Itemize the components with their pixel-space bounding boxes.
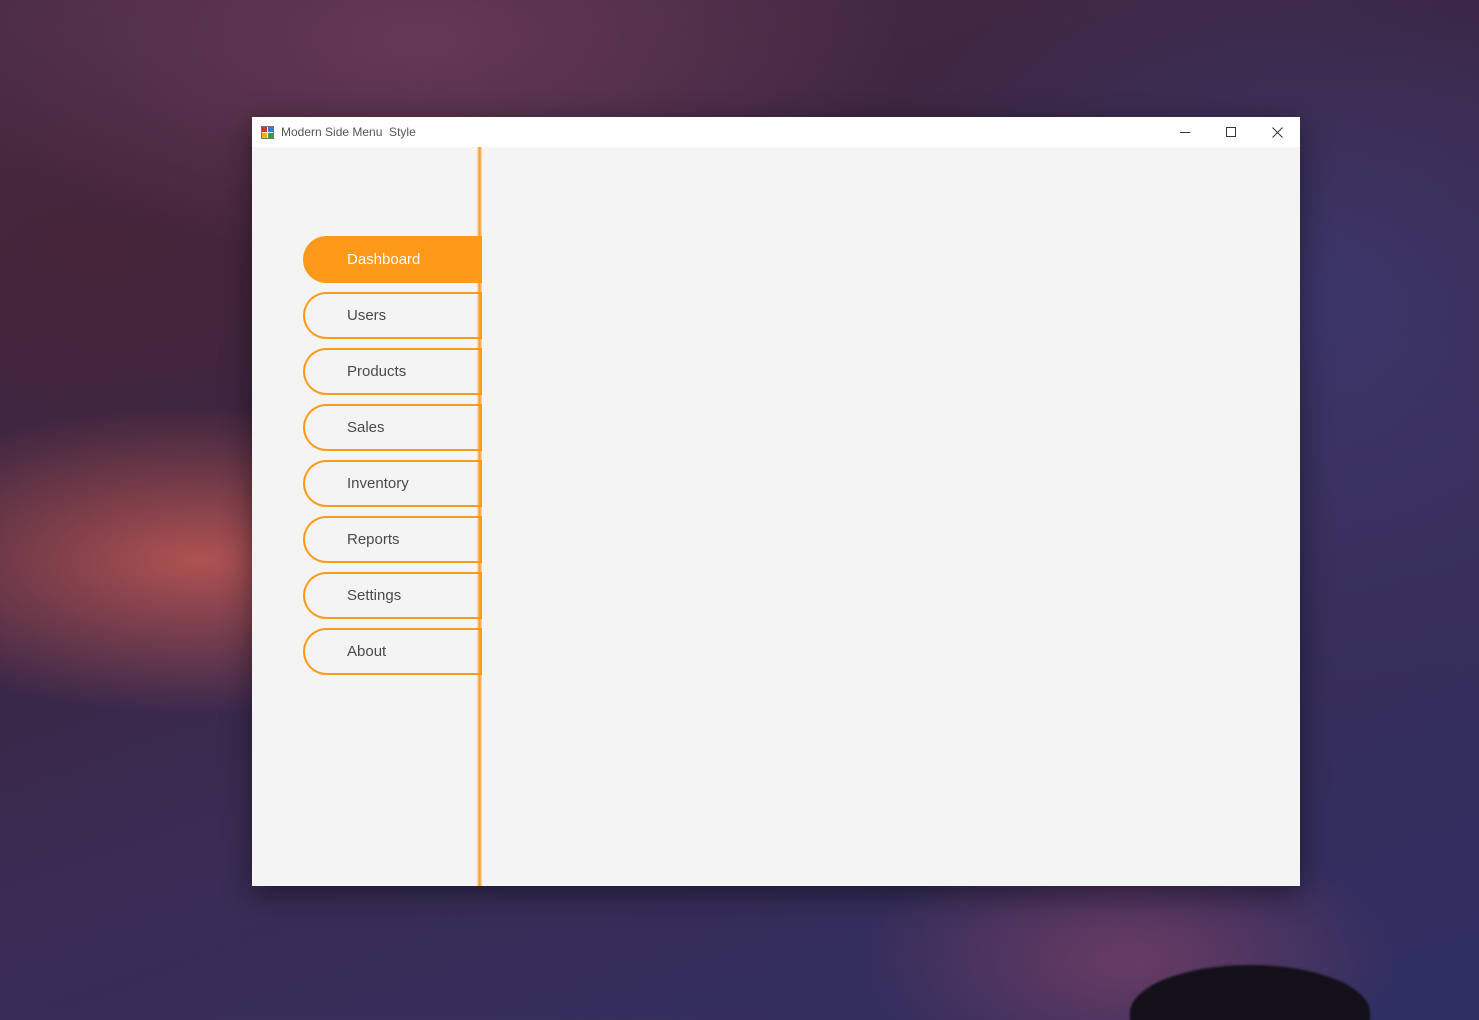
close-button[interactable] — [1254, 117, 1300, 147]
window-controls — [1162, 117, 1300, 147]
menu-item-products[interactable]: Products — [303, 348, 482, 395]
app-window: Modern Side Menu Style Dashboard Users P… — [252, 117, 1300, 886]
menu-item-reports[interactable]: Reports — [303, 516, 482, 563]
main-content-panel — [482, 147, 1300, 886]
minimize-icon — [1180, 132, 1190, 133]
maximize-icon — [1226, 127, 1236, 137]
app-icon — [261, 125, 274, 139]
title-bar[interactable]: Modern Side Menu Style — [252, 117, 1300, 147]
sidebar: Dashboard Users Products Sales Inventory… — [252, 147, 482, 886]
side-menu: Dashboard Users Products Sales Inventory… — [303, 236, 482, 684]
maximize-button[interactable] — [1208, 117, 1254, 147]
menu-item-dashboard[interactable]: Dashboard — [303, 236, 482, 283]
window-title: Modern Side Menu Style — [281, 125, 416, 139]
menu-item-sales[interactable]: Sales — [303, 404, 482, 451]
minimize-button[interactable] — [1162, 117, 1208, 147]
menu-item-users[interactable]: Users — [303, 292, 482, 339]
menu-item-settings[interactable]: Settings — [303, 572, 482, 619]
menu-item-inventory[interactable]: Inventory — [303, 460, 482, 507]
close-icon — [1271, 126, 1283, 138]
menu-item-about[interactable]: About — [303, 628, 482, 675]
